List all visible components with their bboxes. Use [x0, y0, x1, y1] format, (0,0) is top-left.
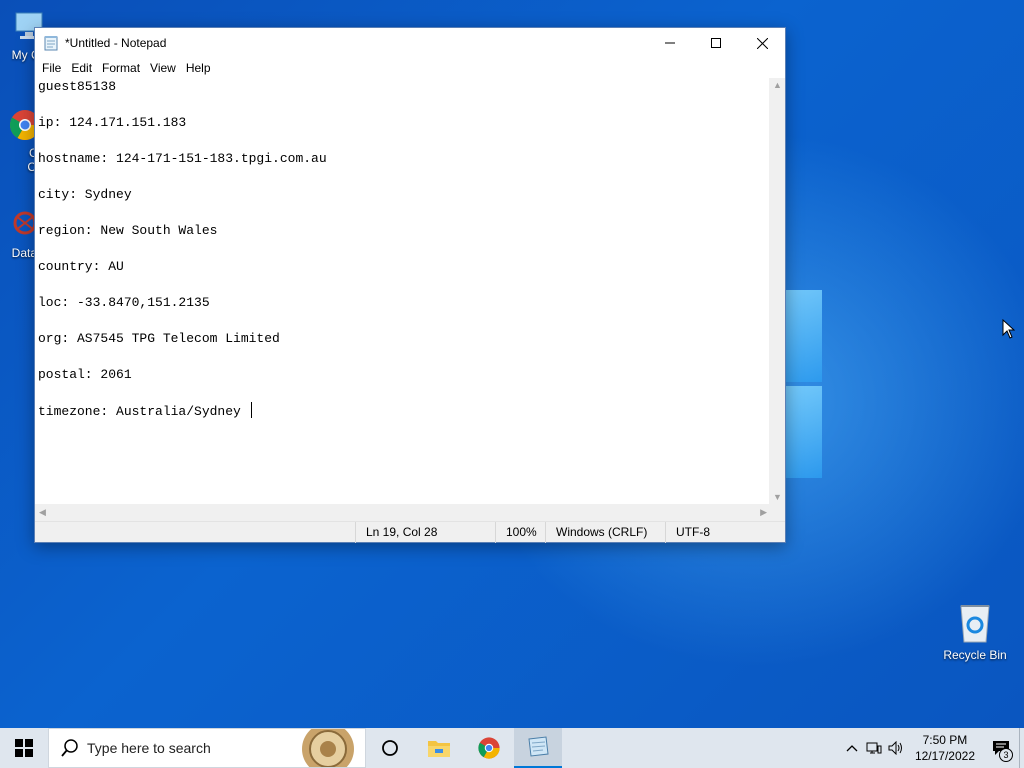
action-center-button[interactable]: 3	[983, 728, 1019, 768]
scroll-right-arrow-icon[interactable]: ▶	[760, 507, 767, 518]
taskbar-search-box[interactable]: Type here to search	[48, 728, 366, 768]
show-desktop-button[interactable]	[1019, 728, 1024, 768]
desktop-icon-recycle-bin[interactable]: Recycle Bin	[940, 602, 1010, 662]
taskbar-chrome[interactable]	[464, 728, 514, 768]
close-icon	[756, 37, 768, 49]
chrome-icon	[478, 737, 500, 759]
vertical-scrollbar[interactable]: ▲ ▼	[769, 78, 785, 504]
taskbar-clock[interactable]: 7:50 PM 12/17/2022	[907, 732, 983, 764]
taskbar: Type here to search 7:50 PM 12/17/2022 3	[0, 728, 1024, 768]
status-line-ending: Windows (CRLF)	[545, 522, 665, 543]
wallpaper-logo-pane	[786, 386, 822, 478]
text-caret	[250, 402, 252, 418]
recycle-bin-icon	[955, 602, 995, 644]
mouse-cursor-icon	[1002, 319, 1015, 339]
scrollbar-corner	[769, 504, 785, 521]
search-icon	[61, 739, 78, 757]
windows-start-icon	[15, 739, 33, 757]
show-hidden-icons-button[interactable]	[841, 728, 863, 768]
taskbar-file-explorer[interactable]	[414, 728, 464, 768]
notepad-app-icon	[44, 36, 58, 51]
close-button[interactable]	[739, 28, 785, 58]
notepad-window: *Untitled - Notepad File Edit Format Vie…	[34, 27, 786, 543]
status-cursor-position: Ln 19, Col 28	[355, 522, 495, 543]
minimize-button[interactable]	[647, 28, 693, 58]
title-bar[interactable]: *Untitled - Notepad	[35, 28, 785, 58]
maximize-button[interactable]	[693, 28, 739, 58]
editor-content: guest85138 ip: 124.171.151.183 hostname:…	[38, 79, 327, 419]
status-bar: Ln 19, Col 28 100% Windows (CRLF) UTF-8	[35, 521, 785, 543]
volume-button[interactable]	[885, 728, 907, 768]
start-button[interactable]	[0, 728, 48, 768]
notification-count-badge: 3	[999, 748, 1013, 762]
text-editor[interactable]: guest85138 ip: 124.171.151.183 hostname:…	[35, 78, 771, 504]
clock-time: 7:50 PM	[922, 733, 968, 747]
menu-format[interactable]: Format	[97, 61, 145, 75]
scroll-up-arrow-icon[interactable]: ▲	[773, 80, 782, 90]
maximize-icon	[711, 38, 721, 48]
wallpaper-logo-pane	[786, 290, 822, 382]
menu-edit[interactable]: Edit	[66, 61, 97, 75]
task-view-icon	[382, 740, 398, 756]
menu-help[interactable]: Help	[181, 61, 216, 75]
status-encoding: UTF-8	[665, 522, 775, 543]
search-highlight-image	[302, 729, 354, 767]
network-icon	[866, 742, 882, 754]
speaker-icon	[888, 741, 902, 755]
scroll-left-arrow-icon[interactable]: ◀	[39, 507, 46, 518]
menu-file[interactable]: File	[37, 61, 66, 75]
clock-date: 12/17/2022	[914, 749, 975, 763]
menu-bar: File Edit Format View Help	[35, 58, 785, 78]
taskbar-notepad[interactable]	[514, 728, 562, 768]
folder-icon	[428, 741, 450, 757]
window-title: *Untitled - Notepad	[65, 36, 167, 50]
network-button[interactable]	[863, 728, 885, 768]
system-tray: 7:50 PM 12/17/2022 3	[841, 728, 1024, 768]
status-zoom: 100%	[495, 522, 545, 543]
chevron-up-icon	[846, 745, 858, 752]
search-placeholder: Type here to search	[87, 740, 211, 756]
minimize-icon	[665, 42, 675, 44]
menu-view[interactable]: View	[145, 61, 181, 75]
desktop-icon-label: Recycle Bin	[943, 648, 1007, 662]
scroll-down-arrow-icon[interactable]: ▼	[773, 492, 782, 502]
task-view-button[interactable]	[366, 728, 414, 768]
notepad-icon	[528, 736, 549, 757]
horizontal-scrollbar[interactable]: ◀ ▶	[35, 504, 771, 521]
